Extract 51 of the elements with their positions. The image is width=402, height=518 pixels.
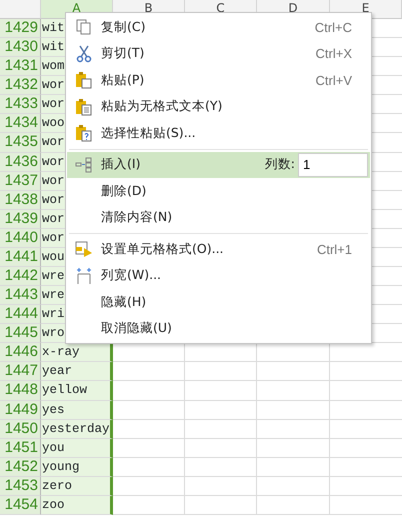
- row-header[interactable]: 1444: [0, 305, 41, 324]
- menu-item[interactable]: 插入(I) 列数: 1: [67, 152, 370, 178]
- row-header[interactable]: 1445: [0, 324, 41, 344]
- count-input[interactable]: 1: [298, 152, 368, 177]
- row-header[interactable]: 1436: [0, 152, 41, 172]
- shortcut-text: Ctrl+1: [316, 240, 352, 258]
- table-cell: you: [41, 438, 113, 458]
- row-header[interactable]: 1452: [0, 458, 41, 477]
- row-header[interactable]: 1435: [0, 133, 41, 153]
- row-header[interactable]: 1450: [0, 420, 41, 439]
- clipboard-question-icon: [75, 124, 93, 142]
- table-cell: yes: [41, 400, 113, 420]
- corner-cell[interactable]: [0, 0, 41, 19]
- row-header[interactable]: 1433: [0, 95, 41, 114]
- row-header[interactable]: 1434: [0, 114, 41, 134]
- row-header[interactable]: 1446: [0, 343, 41, 362]
- table-cell: year: [41, 362, 113, 382]
- clipboard-text-icon: [75, 98, 93, 116]
- row-header[interactable]: 1437: [0, 172, 41, 191]
- field-label: 列数:: [264, 155, 295, 174]
- column-width-icon: [75, 266, 93, 285]
- shortcut-text: Ctrl+V: [316, 72, 352, 90]
- format-cells-icon: [75, 240, 93, 258]
- row-header[interactable]: 1453: [0, 476, 41, 496]
- row-header[interactable]: 1430: [0, 38, 41, 58]
- copy-icon: [75, 18, 93, 36]
- row-header[interactable]: 1440: [0, 228, 41, 248]
- row-header[interactable]: 1439: [0, 210, 41, 229]
- table-cell: zero: [41, 476, 113, 496]
- insert-icon: [75, 156, 93, 174]
- table-cell: x-ray: [41, 343, 113, 362]
- row-header[interactable]: 1449: [0, 400, 41, 420]
- table-cell: young: [41, 458, 113, 477]
- shortcut-text: Ctrl+C: [314, 18, 352, 36]
- row-header[interactable]: 1454: [0, 496, 41, 516]
- row-header[interactable]: 1448: [0, 381, 41, 401]
- row-header[interactable]: 1432: [0, 76, 41, 96]
- row-header[interactable]: 1442: [0, 267, 41, 286]
- row-header[interactable]: 1429: [0, 19, 41, 38]
- row-header[interactable]: 1443: [0, 286, 41, 306]
- table-cell: yellow: [41, 381, 113, 401]
- table-cell: yesterday: [41, 420, 113, 439]
- clipboard-icon: [75, 71, 93, 90]
- row-header[interactable]: 1451: [0, 438, 41, 458]
- row-header[interactable]: 1438: [0, 190, 41, 210]
- row-header[interactable]: 1441: [0, 248, 41, 268]
- row-header[interactable]: 1431: [0, 57, 41, 76]
- scissors-icon: [76, 44, 92, 63]
- row-header[interactable]: 1447: [0, 362, 41, 382]
- table-cell: zoo: [41, 496, 113, 516]
- shortcut-text: Ctrl+X: [316, 45, 352, 63]
